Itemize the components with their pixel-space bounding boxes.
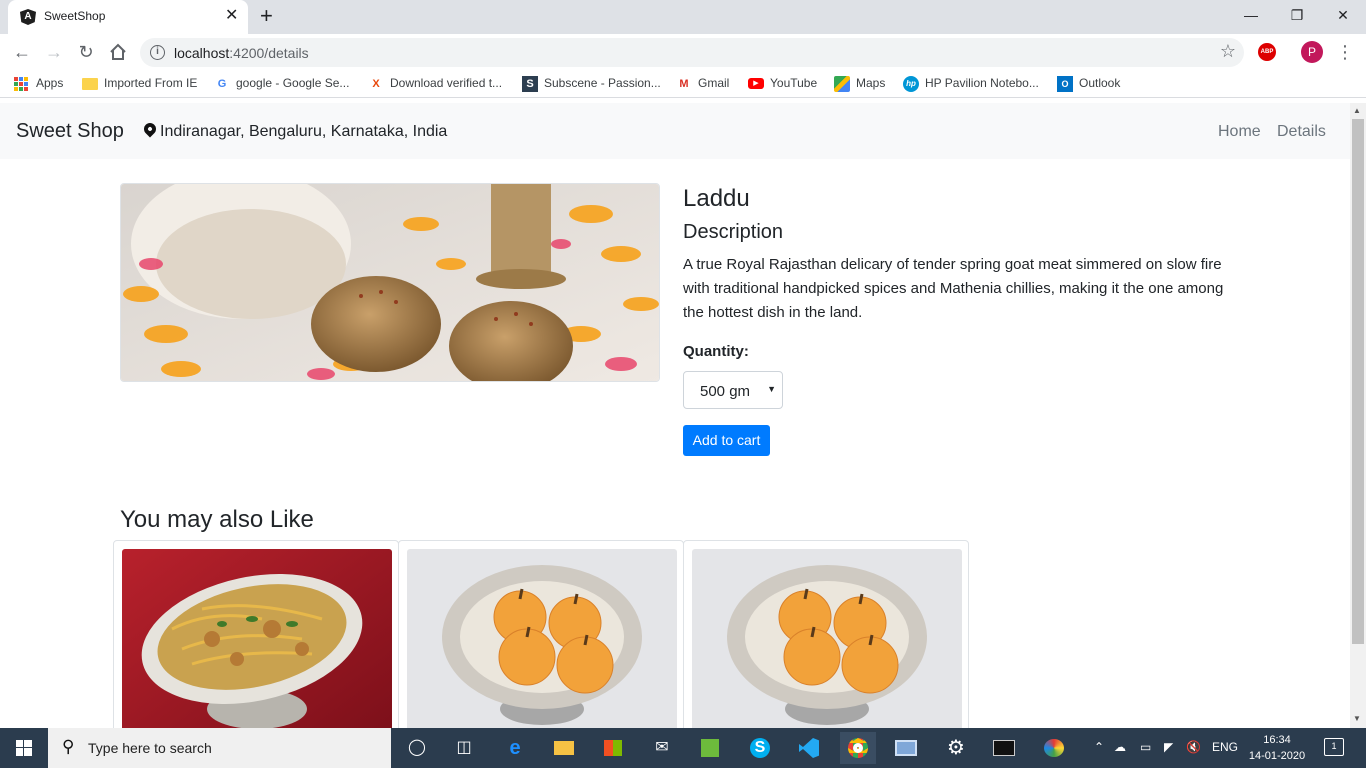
- vscode-icon[interactable]: [797, 736, 821, 760]
- youtube-icon: ▶: [748, 78, 764, 90]
- mail-icon[interactable]: ✉: [650, 736, 674, 760]
- apps-grid-icon: [14, 76, 28, 91]
- back-arrow-icon[interactable]: ←: [10, 40, 34, 64]
- taskbar-search-input[interactable]: ⚲ Type here to search: [48, 728, 391, 768]
- tab-strip: A SweetShop ✕ + — ❐ ✕: [0, 0, 1366, 34]
- language-indicator[interactable]: ENG: [1212, 740, 1238, 754]
- folder-icon: [82, 77, 98, 90]
- scroll-up-icon[interactable]: ▲: [1353, 106, 1361, 115]
- recommendations-heading: You may also Like: [120, 506, 314, 533]
- product-title: Laddu: [683, 185, 750, 212]
- nav-link-home[interactable]: Home: [1218, 123, 1261, 141]
- file-explorer-icon[interactable]: [552, 736, 576, 760]
- skype-icon[interactable]: S: [748, 736, 772, 760]
- bookmark-maps[interactable]: Maps: [834, 76, 885, 92]
- bookmark-imported-from-ie[interactable]: Imported From IE: [82, 76, 197, 90]
- quantity-select[interactable]: 500 gm ▼: [683, 371, 783, 409]
- quantity-selected-value: 500 gm: [700, 383, 751, 400]
- tray-chevron-icon[interactable]: ⌃: [1094, 740, 1104, 754]
- terminal-icon[interactable]: [992, 736, 1016, 760]
- bookmark-gmail[interactable]: M Gmail: [676, 76, 729, 92]
- sticky-app-icon[interactable]: [698, 736, 722, 760]
- dropdown-caret-icon: ▼: [767, 384, 776, 394]
- restore-button[interactable]: ❐: [1274, 4, 1320, 28]
- chrome-menu-icon[interactable]: ⋮: [1336, 40, 1354, 64]
- action-center-icon[interactable]: 1: [1324, 738, 1344, 756]
- site-info-icon[interactable]: i: [150, 45, 165, 60]
- store-icon[interactable]: [601, 736, 625, 760]
- recommendation-image-apple-peda: [407, 549, 677, 728]
- bookmark-subscene[interactable]: S Subscene - Passion...: [522, 76, 661, 92]
- page-viewport: Sweet Shop Indiranagar, Bengaluru, Karna…: [0, 103, 1350, 728]
- bookmark-hp-pavilion[interactable]: hp HP Pavilion Notebo...: [903, 76, 1039, 92]
- product-description: A true Royal Rajasthan delicary of tende…: [683, 256, 1224, 321]
- recommendation-card[interactable]: [398, 540, 684, 728]
- home-icon[interactable]: [106, 40, 130, 64]
- description-heading: Description: [683, 221, 784, 243]
- battery-icon[interactable]: ▭: [1140, 740, 1151, 754]
- windows-taskbar: ⚲ Type here to search ◯ ◫ e ✉ S ⚙ ⌃ ☁ ▭ …: [0, 728, 1366, 768]
- profile-avatar[interactable]: P: [1301, 41, 1323, 63]
- scroll-thumb[interactable]: [1352, 119, 1364, 644]
- add-to-cart-button[interactable]: Add to cart: [683, 425, 770, 456]
- taskbar-clock[interactable]: 16:34 14-01-2020: [1248, 732, 1306, 764]
- maps-icon: [834, 76, 850, 92]
- bookmark-star-icon[interactable]: ☆: [1220, 41, 1236, 62]
- quantity-label: Quantity:: [683, 343, 749, 360]
- bookmark-outlook[interactable]: O Outlook: [1057, 76, 1120, 92]
- clock-date: 14-01-2020: [1248, 750, 1306, 762]
- adblock-plus-icon[interactable]: ABP: [1258, 43, 1276, 61]
- recommendation-image-mixture: [122, 549, 392, 728]
- remote-desktop-icon[interactable]: [894, 736, 918, 760]
- search-icon: ⚲: [62, 737, 75, 756]
- windows-logo-icon: [16, 740, 32, 756]
- settings-gear-icon[interactable]: ⚙: [944, 736, 968, 760]
- bookmark-youtube[interactable]: ▶ YouTube: [748, 76, 817, 90]
- new-tab-button[interactable]: +: [260, 4, 273, 28]
- gmail-icon: M: [679, 78, 689, 90]
- address-bar[interactable]: i localhost:4200/details ☆: [140, 38, 1244, 67]
- nav-link-details[interactable]: Details: [1277, 123, 1326, 141]
- task-view-icon[interactable]: ◫: [452, 736, 476, 760]
- taskbar-search-placeholder: Type here to search: [88, 740, 212, 756]
- x-icon: X: [372, 78, 380, 90]
- browser-toolbar: ← → ↻ i localhost:4200/details ☆ ABP P ⋮: [0, 34, 1366, 70]
- url-text[interactable]: localhost:4200/details: [174, 45, 309, 61]
- volume-muted-icon[interactable]: 🔇: [1186, 740, 1201, 754]
- cortana-icon[interactable]: ◯: [405, 736, 429, 760]
- recommendation-card[interactable]: [683, 540, 969, 728]
- brand-link[interactable]: Sweet Shop: [16, 120, 124, 143]
- chrome-taskbar-icon[interactable]: [840, 732, 876, 764]
- google-icon: G: [217, 78, 227, 90]
- tab-title: SweetShop: [44, 9, 106, 23]
- close-window-button[interactable]: ✕: [1320, 4, 1366, 28]
- bookmarks-bar: Apps Imported From IE Ggoogle - Google S…: [0, 70, 1366, 98]
- forward-arrow-icon[interactable]: →: [42, 40, 66, 64]
- product-image-laddu: [120, 183, 660, 382]
- bookmark-download-verified[interactable]: X Download verified t...: [368, 76, 502, 92]
- onedrive-icon[interactable]: ☁: [1114, 740, 1126, 754]
- paint-icon[interactable]: [1042, 736, 1066, 760]
- location-text: Indiranagar, Bengaluru, Karnataka, India: [160, 123, 448, 140]
- wifi-icon[interactable]: ◤: [1164, 740, 1173, 754]
- start-button[interactable]: [0, 728, 48, 768]
- hp-icon: hp: [903, 76, 919, 92]
- minimize-button[interactable]: —: [1228, 4, 1274, 28]
- bookmark-google[interactable]: Ggoogle - Google Se...: [214, 76, 350, 92]
- bookmark-apps[interactable]: Apps: [14, 76, 63, 91]
- clock-time: 16:34: [1263, 734, 1291, 746]
- map-pin-icon: [141, 120, 159, 138]
- outlook-icon: O: [1057, 76, 1073, 92]
- tab-sweetshop[interactable]: A SweetShop ✕: [8, 0, 248, 34]
- recommendation-image-apple-peda: [692, 549, 962, 728]
- reload-icon[interactable]: ↻: [74, 40, 98, 64]
- subscene-icon: S: [522, 76, 538, 92]
- tab-close-icon[interactable]: ✕: [225, 8, 238, 24]
- scroll-down-icon[interactable]: ▼: [1353, 714, 1361, 723]
- page-scrollbar[interactable]: ▲ ▼: [1350, 103, 1366, 728]
- site-navbar: Sweet Shop Indiranagar, Bengaluru, Karna…: [0, 103, 1350, 159]
- recommendation-card[interactable]: [113, 540, 399, 728]
- angular-favicon-icon: A: [20, 9, 36, 25]
- edge-icon[interactable]: e: [503, 736, 527, 760]
